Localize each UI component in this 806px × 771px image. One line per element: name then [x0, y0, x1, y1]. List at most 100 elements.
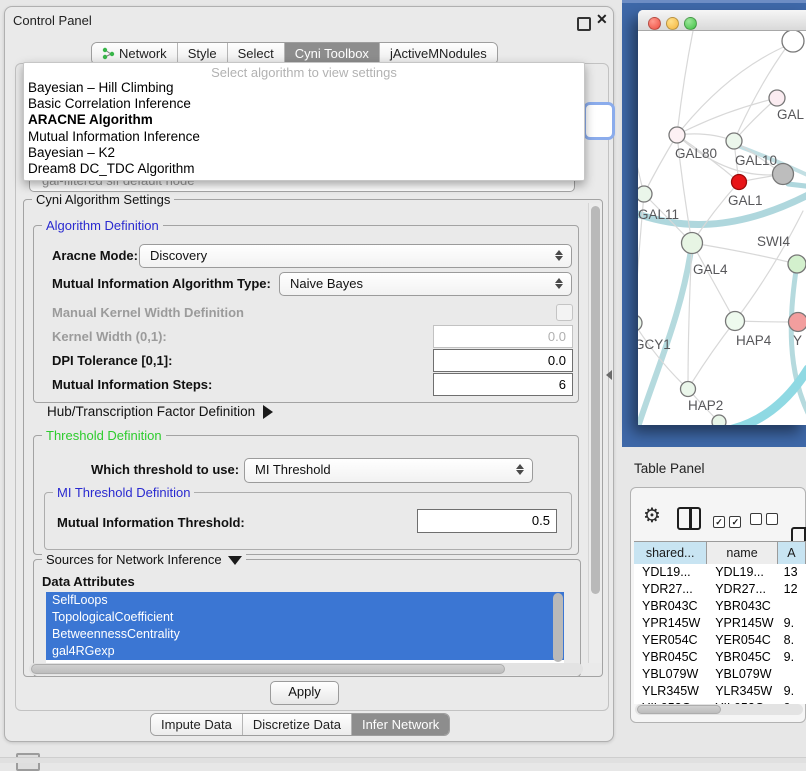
float-window-icon[interactable] [577, 17, 591, 31]
table-cell: YPR145W [707, 615, 777, 632]
tab-label: Network [119, 46, 167, 61]
algorithm-option[interactable]: Bayesian – K2 [24, 145, 584, 161]
network-node-gal1[interactable] [732, 175, 747, 190]
algorithm-option[interactable]: ARACNE Algorithm [24, 112, 584, 128]
algorithm-option[interactable]: Basic Correlation Inference [24, 96, 584, 112]
table-row[interactable]: YBR043CYBR043C [634, 598, 806, 615]
network-edge [734, 98, 777, 141]
network-edge [644, 135, 677, 194]
network-edge [692, 182, 739, 243]
tab-impute-data[interactable]: Impute Data [151, 714, 243, 735]
table-row[interactable]: YBL079WYBL079W [634, 666, 806, 683]
kernel-width-field[interactable]: 0.0 [433, 325, 573, 348]
algorithm-dropdown-popup: Select algorithm to view settings Bayesi… [23, 62, 585, 181]
network-node-pink-top[interactable] [769, 90, 785, 106]
table-cell: YER054C [634, 632, 707, 649]
algorithm-option[interactable]: Mutual Information Inference [24, 129, 584, 145]
network-node-top-circle[interactable] [782, 31, 804, 52]
select-all-checkboxes-icon[interactable]: ✓ ✓ [713, 512, 741, 530]
tab-jactivemnodules[interactable]: jActiveMNodules [380, 43, 497, 64]
column-header[interactable]: A [778, 542, 806, 564]
network-node-gcy1[interactable] [638, 315, 642, 331]
settings-horizontal-scrollbar[interactable] [29, 663, 583, 675]
algorithm-definition-group: Algorithm Definition Aracne Mode: Discov… [33, 225, 579, 403]
table-cell: YBR043C [634, 598, 707, 615]
network-edge [638, 243, 692, 425]
cyni-mode-tab-bar: Impute DataDiscretize DataInfer Network [150, 713, 450, 736]
apply-button[interactable]: Apply [270, 681, 339, 705]
network-window-titlebar[interactable] [638, 10, 806, 31]
table-row[interactable]: YDR27...YDR27...12 [634, 581, 806, 598]
zoom-traffic-icon[interactable] [684, 17, 697, 30]
node-label-gal10: GAL10 [735, 153, 777, 168]
column-header[interactable]: name [707, 542, 777, 564]
network-canvas[interactable]: GALGAL80GAL10GAL1GAL11GAL4SWI4GCY1HAP4YH… [638, 31, 806, 425]
close-traffic-icon[interactable] [648, 17, 661, 30]
table-row[interactable]: YDL19...YDL19...13 [634, 564, 806, 581]
tab-cyni-toolbox[interactable]: Cyni Toolbox [285, 43, 380, 64]
attributes-scrollbar-thumb[interactable] [553, 593, 563, 662]
attribute-item[interactable]: BetweennessCentrality [46, 626, 564, 643]
table-cell: YBL079W [707, 666, 777, 683]
table-row[interactable]: YER054CYER054C8. [634, 632, 806, 649]
attribute-item[interactable]: SelfLoops [46, 592, 564, 609]
dpi-tolerance-field[interactable]: 0.0 [433, 349, 573, 372]
aracne-mode-combo[interactable]: Discovery [139, 244, 572, 268]
settings-hscroll-thumb[interactable] [31, 664, 505, 674]
tab-select[interactable]: Select [228, 43, 285, 64]
threshold-definition-group: Threshold Definition Which threshold to … [33, 435, 579, 555]
splitter-collapse-icon[interactable] [606, 370, 612, 380]
manual-kernel-checkbox[interactable] [556, 304, 573, 321]
hub-definition-expander[interactable]: Hub/Transcription Factor Definition [47, 404, 273, 419]
table-cell: YLR345W [707, 683, 777, 700]
tab-style[interactable]: Style [178, 43, 228, 64]
network-edge [688, 321, 735, 389]
network-node-gal10[interactable] [726, 133, 742, 149]
table-hscroll-thumb[interactable] [637, 705, 721, 714]
network-node-bottom-node[interactable] [712, 415, 726, 425]
table-cell: YPR145W [634, 615, 707, 632]
attribute-item[interactable]: TopologicalCoefficient [46, 609, 564, 626]
manual-kernel-label: Manual Kernel Width Definition [52, 305, 244, 320]
network-node-gal11[interactable] [638, 186, 652, 202]
attribute-item[interactable]: gal4RGexp [46, 643, 564, 660]
table-row[interactable]: YPR145WYPR145W9. [634, 615, 806, 632]
close-window-icon[interactable]: ✕ [596, 11, 608, 28]
mi-steps-field[interactable]: 6 [433, 373, 573, 396]
network-node-gal4[interactable] [682, 233, 703, 254]
settings-vertical-scrollbar[interactable] [588, 203, 602, 663]
threshold-definition-title: Threshold Definition [42, 428, 166, 443]
tab-discretize-data[interactable]: Discretize Data [243, 714, 352, 735]
table-cell: 13 [778, 564, 806, 581]
tab-infer-network[interactable]: Infer Network [352, 714, 449, 735]
algorithm-option[interactable]: Dream8 DC_TDC Algorithm [24, 161, 584, 177]
focused-combo-fragment[interactable] [583, 102, 615, 140]
network-node-swi4[interactable] [788, 255, 806, 273]
network-node-salmon[interactable] [789, 313, 806, 332]
deselect-all-checkboxes-icon[interactable] [750, 512, 778, 530]
data-attributes-list[interactable]: SelfLoopsTopologicalCoefficientBetweenne… [46, 592, 564, 663]
table-cell: YBR045C [707, 649, 777, 666]
network-node-gal80[interactable] [669, 127, 685, 143]
settings-group-title: Cyni Algorithm Settings [32, 192, 174, 207]
minimize-traffic-icon[interactable] [666, 17, 679, 30]
network-node-hap2[interactable] [681, 382, 696, 397]
table-row[interactable]: YLR345WYLR345W9. [634, 683, 806, 700]
table-horizontal-scrollbar[interactable] [635, 704, 803, 715]
which-threshold-combo[interactable]: MI Threshold [244, 458, 533, 483]
table-cell [778, 598, 806, 615]
table-row[interactable]: YBR045CYBR045C9. [634, 649, 806, 666]
column-header[interactable]: shared... [634, 542, 707, 564]
mi-type-combo[interactable]: Naive Bayes [279, 272, 572, 296]
tab-network[interactable]: Network [92, 43, 178, 64]
network-node-hap4[interactable] [726, 312, 745, 331]
gear-icon[interactable]: ⚙ [643, 506, 661, 526]
collapse-down-icon[interactable] [228, 556, 242, 565]
settings-vscroll-thumb[interactable] [591, 206, 600, 594]
node-label-hap2: HAP2 [688, 398, 723, 413]
network-edge [677, 45, 788, 135]
mi-threshold-field[interactable]: 0.5 [417, 509, 557, 533]
algorithm-option[interactable]: Bayesian – Hill Climbing [24, 80, 584, 96]
columns-icon[interactable] [677, 507, 701, 530]
algorithm-definition-title: Algorithm Definition [42, 218, 163, 233]
